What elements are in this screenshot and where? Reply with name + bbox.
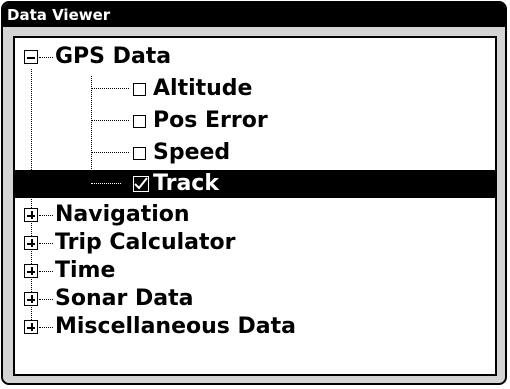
expand-toggle-icon[interactable] (24, 292, 38, 306)
connector-track (91, 183, 121, 184)
collapse-toggle-icon[interactable] (24, 50, 38, 64)
tree-item-gps-data[interactable]: GPS Data (15, 42, 495, 72)
tree-item-trip-calculator[interactable]: Trip Calculator (15, 228, 495, 258)
connector-navigation (39, 215, 53, 216)
tree-item-altitude[interactable]: Altitude (15, 74, 495, 104)
tree-item-label: Time (55, 258, 116, 283)
data-viewer-window: Data Viewer GPS Data Altitude Pos Error … (1, 1, 507, 385)
tree-item-label: Navigation (55, 202, 190, 227)
connector-miscellaneous-data (39, 327, 53, 328)
tree-item-label: Trip Calculator (55, 230, 236, 255)
tree-item-label: Pos Error (153, 108, 268, 133)
tree-item-label: Altitude (153, 76, 253, 101)
tree-item-time[interactable]: Time (15, 256, 495, 286)
expand-toggle-icon[interactable] (24, 320, 38, 334)
expand-toggle-icon[interactable] (24, 264, 38, 278)
data-tree: GPS Data Altitude Pos Error Speed Track … (15, 38, 495, 374)
tree-item-label: GPS Data (55, 44, 172, 69)
window-title: Data Viewer (3, 3, 505, 27)
tree-item-label: Miscellaneous Data (55, 314, 297, 339)
checkbox-track-checked-icon[interactable] (133, 176, 149, 192)
expand-toggle-icon[interactable] (24, 208, 38, 222)
tree-item-sonar-data[interactable]: Sonar Data (15, 284, 495, 314)
connector-trip-calculator (39, 243, 53, 244)
checkbox-speed[interactable] (133, 147, 146, 160)
expand-toggle-icon[interactable] (24, 236, 38, 250)
checkbox-altitude[interactable] (133, 83, 146, 96)
tree-item-navigation[interactable]: Navigation (15, 200, 495, 230)
connector-sonar-data (39, 299, 53, 300)
tree-item-label: Track (153, 171, 219, 196)
tree-item-label: Sonar Data (55, 286, 194, 311)
tree-item-pos-error[interactable]: Pos Error (15, 106, 495, 136)
tree-item-track[interactable]: Track (15, 170, 495, 198)
connector-time (39, 271, 53, 272)
checkbox-pos-error[interactable] (133, 115, 146, 128)
connector-gps (39, 57, 53, 58)
tree-item-label: Speed (153, 140, 231, 165)
tree-item-miscellaneous-data[interactable]: Miscellaneous Data (15, 312, 495, 342)
tree-panel: GPS Data Altitude Pos Error Speed Track … (13, 36, 497, 376)
tree-item-speed[interactable]: Speed (15, 138, 495, 168)
